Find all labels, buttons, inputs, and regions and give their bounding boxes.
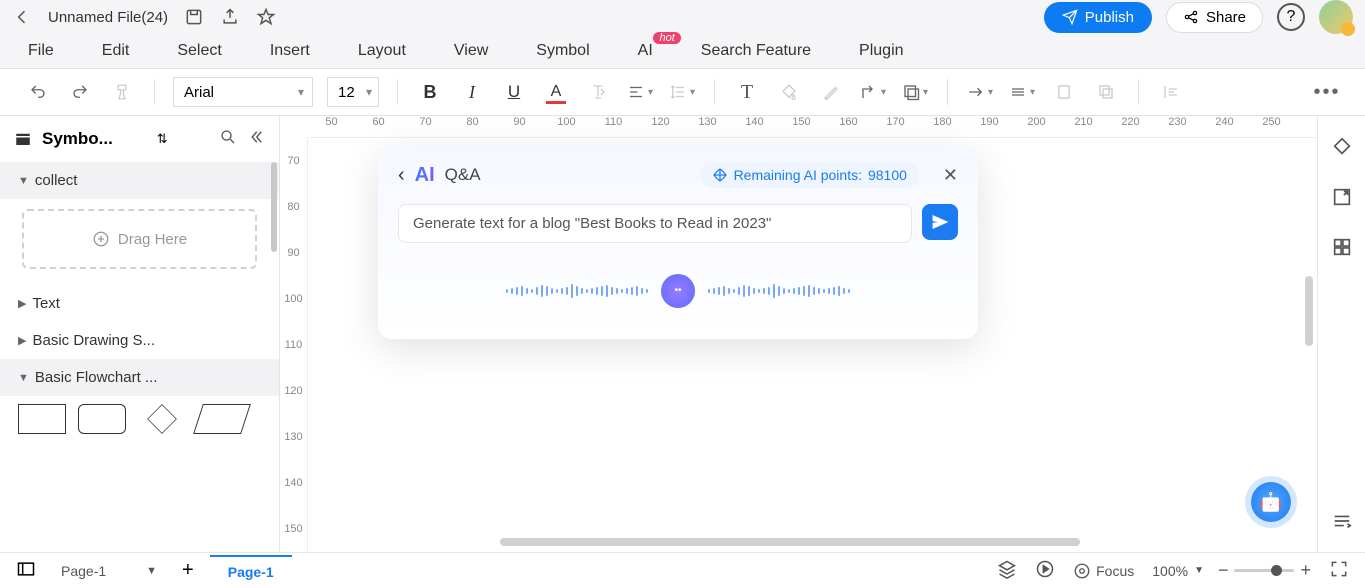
ruler-vertical: 708090100110120130140150 [280,138,308,552]
shape-parallelogram[interactable] [193,404,251,434]
ai-back-button[interactable]: ‹ [398,164,405,187]
shape-diamond[interactable] [147,404,177,434]
share-button[interactable]: Share [1166,2,1263,33]
star-icon[interactable] [256,7,276,27]
canvas-horizontal-scrollbar[interactable] [500,538,1080,546]
ruler-horizontal: 5060708090100110120130140150160170180190… [308,116,1317,138]
drag-zone[interactable]: Drag Here [22,209,257,269]
ai-qa-label: Q&A [445,165,481,185]
bold-button[interactable]: B [416,78,444,106]
redo-button[interactable] [66,78,94,106]
section-text[interactable]: ▶Text [0,285,279,322]
shape-style-button[interactable] [901,78,929,106]
menu-search-feature[interactable]: Search Feature [701,42,811,60]
export-panel-icon[interactable] [1331,186,1353,208]
sidebar-scrollbar[interactable] [271,162,277,252]
sidebar-expand-icon[interactable]: ⇅ [157,131,168,147]
font-size-select[interactable]: 12 [327,77,379,107]
connector-button[interactable] [859,78,887,106]
plus-icon [92,230,110,248]
menu-layout[interactable]: Layout [358,42,406,60]
export-icon[interactable] [220,7,240,27]
ai-waveform [398,271,958,311]
back-button[interactable] [12,7,32,27]
hot-badge: hot [653,32,680,44]
move-icon [712,167,728,183]
active-page-tab[interactable]: Page-1 [210,555,292,587]
section-basic-drawing[interactable]: ▶Basic Drawing S... [0,322,279,359]
line-spacing-button[interactable] [668,78,696,106]
list-panel-icon[interactable] [1331,510,1353,532]
format-painter-button[interactable] [108,78,136,106]
distribute-button[interactable] [1157,78,1185,106]
sidebar-title: Symbo... [42,129,147,149]
publish-button[interactable]: Publish [1044,2,1152,33]
section-collect[interactable]: ▼collect [0,162,279,199]
line-style-button[interactable] [1008,78,1036,106]
italic-button[interactable]: I [458,78,486,106]
zoom-slider[interactable] [1234,569,1294,572]
publish-label: Publish [1085,9,1134,26]
ai-prompt-input[interactable]: Generate text for a blog "Best Books to … [398,204,912,243]
ai-logo: AI [415,164,435,187]
theme-icon[interactable] [1331,136,1353,158]
menu-select[interactable]: Select [177,42,221,60]
page-dropdown[interactable]: Page-1▼ [52,560,166,582]
fill-color-button[interactable] [775,78,803,106]
undo-button[interactable] [24,78,52,106]
outline-icon[interactable] [16,559,36,582]
menu-plugin[interactable]: Plugin [859,42,903,60]
file-title: Unnamed File(24) [48,9,168,26]
sidebar-search-icon[interactable] [219,128,237,151]
ai-panel: ‹ AI Q&A Remaining AI points: 98100 ✕ Ge… [378,146,978,339]
font-color-button[interactable]: A [542,78,570,106]
line-color-button[interactable] [817,78,845,106]
save-icon[interactable] [184,7,204,27]
add-page-button[interactable]: + [182,559,194,582]
shape-rounded-rect[interactable] [78,404,126,434]
focus-button[interactable]: Focus [1073,562,1134,580]
sidebar-collapse-icon[interactable] [247,128,265,151]
menu-view[interactable]: View [454,42,488,60]
menu-insert[interactable]: Insert [270,42,310,60]
menu-ai[interactable]: AI hot [638,42,653,60]
menu-edit[interactable]: Edit [102,42,130,60]
underline-button[interactable]: U [500,78,528,106]
fullscreen-icon[interactable] [1329,559,1349,582]
align-button[interactable] [626,78,654,106]
menu-symbol[interactable]: Symbol [536,42,589,60]
font-select[interactable]: Arial [173,77,313,107]
ai-fab-button[interactable] [1251,482,1291,522]
menu-file[interactable]: File [28,42,54,60]
arrow-button[interactable] [966,78,994,106]
page-button[interactable] [1050,78,1078,106]
canvas-vertical-scrollbar[interactable] [1305,276,1313,346]
user-avatar[interactable] [1319,0,1353,34]
zoom-control[interactable]: 100%▼ − + [1152,560,1311,581]
more-button[interactable]: ••• [1313,78,1341,106]
layers-button[interactable] [1092,78,1120,106]
share-label: Share [1206,9,1246,26]
help-button[interactable]: ? [1277,3,1305,31]
presentation-icon[interactable] [1035,559,1055,582]
section-basic-flowchart[interactable]: ▼Basic Flowchart ... [0,359,279,396]
ai-points-badge[interactable]: Remaining AI points: 98100 [700,162,919,188]
text-tool-button[interactable]: T [733,78,761,106]
grid-icon[interactable] [1331,236,1353,258]
ai-send-button[interactable] [922,204,958,240]
shape-rectangle[interactable] [18,404,66,434]
clear-format-button[interactable] [584,78,612,106]
library-icon [14,130,32,148]
layers-bottom-icon[interactable] [997,559,1017,582]
ai-close-button[interactable]: ✕ [943,165,958,186]
